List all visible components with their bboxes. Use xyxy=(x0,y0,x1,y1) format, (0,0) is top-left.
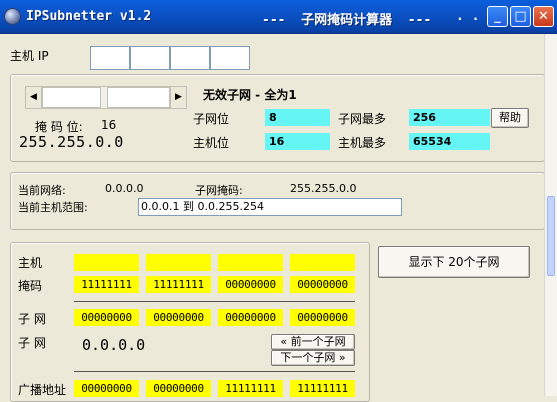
broadcast-label: 广播地址 xyxy=(18,383,67,397)
prev-subnet-button[interactable]: « 前一个子网 xyxy=(271,334,355,350)
subnet-octet-2: 00000000 xyxy=(146,309,211,326)
maximize-icon: □ xyxy=(514,9,527,24)
ip-octet-3[interactable] xyxy=(170,46,210,70)
host-range-field[interactable]: 0.0.0.1 到 0.0.255.254 xyxy=(138,198,402,216)
mask-value: 255.255.0.0 xyxy=(19,133,124,151)
binary-host-label: 主机 xyxy=(18,256,43,270)
close-button[interactable]: ✕ xyxy=(533,6,554,27)
host-bits-value: 16 xyxy=(265,133,330,150)
subnet-octet-4: 00000000 xyxy=(290,309,355,326)
title-bar: IPSubnetter v1.2 --- 子网掩码计算器 --- . . . _… xyxy=(0,0,557,34)
ip-octet-2[interactable] xyxy=(130,46,170,70)
broadcast-octet-2: 00000000 xyxy=(146,380,211,397)
minimize-button[interactable]: _ xyxy=(487,6,508,27)
max-hosts-label: 主机最多 xyxy=(338,136,387,150)
mask-octet-3: 00000000 xyxy=(218,276,283,293)
mask-octet-2: 11111111 xyxy=(146,276,211,293)
ip-octet-4[interactable] xyxy=(210,46,250,70)
max-hosts-value: 65534 xyxy=(409,133,490,150)
slider-thumb[interactable] xyxy=(107,87,170,108)
subnet-status: 无效子网 - 全为1 xyxy=(203,88,297,102)
ip-octet-1[interactable] xyxy=(90,46,130,70)
subnet-decimal-label: 子 网 xyxy=(18,336,46,350)
broadcast-octet-4: 11111111 xyxy=(290,380,355,397)
window-subtitle: --- 子网掩码计算器 --- xyxy=(262,13,432,28)
mask-octet-4: 00000000 xyxy=(290,276,355,293)
mask-octet-1: 11111111 xyxy=(74,276,139,293)
host-ip-label: 主机 IP xyxy=(10,49,49,63)
app-icon xyxy=(4,8,21,25)
subnet-mask-label: 子网掩码: xyxy=(195,184,243,197)
subnet-bits-value: 8 xyxy=(265,109,330,126)
slider-right-icon[interactable]: ▶ xyxy=(170,87,186,108)
host-octet-3 xyxy=(218,254,283,271)
subnet-bits-label: 子网位 xyxy=(193,112,230,126)
max-subnets-label: 子网最多 xyxy=(338,112,387,126)
vertical-scrollbar[interactable] xyxy=(544,34,557,396)
current-network-label: 当前网络: xyxy=(18,184,66,197)
show-next-20-subnets-button[interactable]: 显示下 20个子网 xyxy=(378,246,530,278)
mask-bits-slider[interactable]: ◀ ▶ xyxy=(25,86,187,109)
current-network-value: 0.0.0.0 xyxy=(105,182,144,195)
subnet-octet-1: 00000000 xyxy=(74,309,139,326)
host-octet-4 xyxy=(290,254,355,271)
window-title: IPSubnetter v1.2 xyxy=(26,9,152,24)
next-subnet-button[interactable]: 下一个子网 » xyxy=(271,350,355,366)
mask-bits-value: 16 xyxy=(101,118,117,132)
broadcast-octet-1: 00000000 xyxy=(74,380,139,397)
close-icon: ✕ xyxy=(538,9,549,24)
broadcast-octet-3: 11111111 xyxy=(218,380,283,397)
scrollbar-thumb[interactable] xyxy=(547,196,555,276)
binary-subnet-label: 子 网 xyxy=(18,312,46,326)
host-range-label: 当前主机范围: xyxy=(18,201,88,214)
subnet-octet-3: 00000000 xyxy=(218,309,283,326)
client-area: 主机 IP ◀ ▶ 掩 码 位: 16 255.255.0.0 无效子网 - 全… xyxy=(0,34,557,402)
host-octet-2 xyxy=(146,254,211,271)
binary-mask-label: 掩码 xyxy=(18,279,43,293)
host-octet-1 xyxy=(74,254,139,271)
maximize-button[interactable]: □ xyxy=(510,6,531,27)
subnet-decimal-value: 0.0.0.0 xyxy=(82,336,146,354)
divider-2 xyxy=(74,371,355,372)
slider-left-icon[interactable]: ◀ xyxy=(26,87,42,108)
minimize-icon: _ xyxy=(494,9,501,24)
host-bits-label: 主机位 xyxy=(193,136,230,150)
subnet-mask-value: 255.255.0.0 xyxy=(290,182,357,195)
max-subnets-value: 256 xyxy=(409,109,490,126)
help-button[interactable]: 帮助 xyxy=(491,108,529,128)
divider-1 xyxy=(74,301,355,302)
slider-track-left[interactable] xyxy=(42,87,101,108)
